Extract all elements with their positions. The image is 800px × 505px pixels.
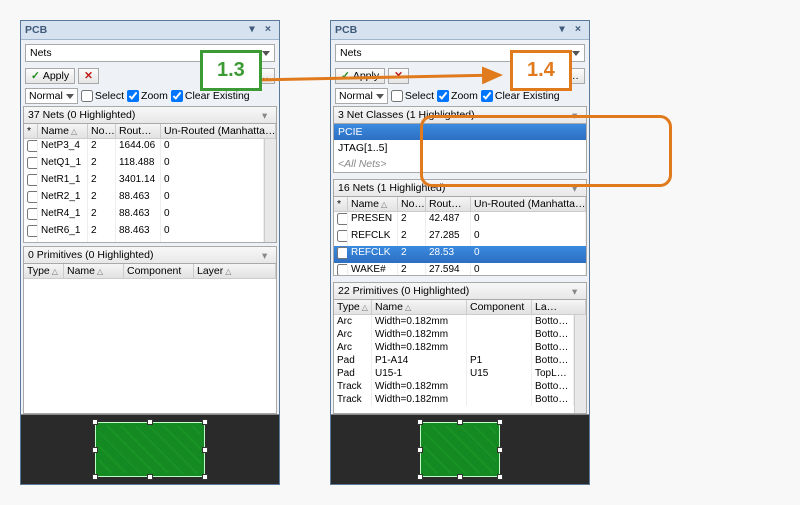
nets-column-headers[interactable]: * Name△ No…△ Rout… Un-Routed (Manhatta… bbox=[24, 124, 276, 139]
primitives-column-headers[interactable]: Type△ Name△ Component La… bbox=[334, 300, 586, 315]
annotation-badge-1-4: 1.4 bbox=[510, 50, 572, 91]
netclass-list: PCIEJTAG[1..5]<All Nets> bbox=[333, 123, 587, 173]
board-preview[interactable] bbox=[331, 414, 589, 484]
board-outline[interactable] bbox=[95, 422, 205, 477]
table-row[interactable]: DBG_RS3625.6860 bbox=[24, 241, 264, 242]
board-outline[interactable] bbox=[420, 422, 500, 477]
apply-button[interactable]: ✓Apply bbox=[25, 68, 75, 84]
select-checkbox[interactable]: Select bbox=[391, 90, 434, 102]
table-row[interactable]: PRESEN242.4870 bbox=[334, 212, 586, 229]
chevron-down-icon bbox=[262, 51, 270, 56]
title-bar[interactable]: PCB ▾ × bbox=[331, 21, 589, 40]
row-checkbox[interactable] bbox=[27, 174, 38, 186]
title-text: PCB bbox=[25, 24, 47, 36]
row-checkbox[interactable] bbox=[27, 140, 38, 152]
close-icon[interactable]: × bbox=[261, 23, 275, 37]
board-preview[interactable] bbox=[21, 414, 279, 484]
nets-section-header[interactable]: 37 Nets (0 Highlighted)▾ bbox=[23, 106, 277, 123]
netclass-item[interactable]: JTAG[1..5] bbox=[334, 140, 586, 156]
row-checkbox[interactable] bbox=[27, 225, 38, 237]
primitives-section-header[interactable]: 0 Primitives (0 Highlighted)▾ bbox=[23, 246, 277, 263]
close-icon[interactable]: × bbox=[571, 23, 585, 37]
clear-existing-checkbox[interactable]: Clear Existing bbox=[171, 90, 250, 102]
filter-icon[interactable]: ▾ bbox=[262, 250, 272, 260]
display-mode-select[interactable]: Normal bbox=[335, 88, 388, 104]
row-checkbox[interactable] bbox=[27, 157, 38, 169]
title-bar[interactable]: PCB ▾ × bbox=[21, 21, 279, 40]
table-row[interactable]: PadU15-1U15TopLaye bbox=[334, 367, 574, 380]
table-row[interactable]: TrackWidth=0.182mmBottomL bbox=[334, 380, 574, 393]
filter-icon[interactable]: ▾ bbox=[572, 110, 582, 120]
table-row[interactable]: PadP1-A14P1BottomL bbox=[334, 354, 574, 367]
table-row[interactable]: NetR2_1288.4630 bbox=[24, 190, 264, 207]
chevron-down-icon bbox=[572, 51, 580, 56]
table-row[interactable]: NetR1_123401.140 bbox=[24, 173, 264, 190]
row-checkbox[interactable] bbox=[337, 213, 348, 225]
netclass-item[interactable]: PCIE bbox=[334, 124, 586, 140]
scrollbar[interactable] bbox=[264, 139, 276, 242]
filter-icon[interactable]: ▾ bbox=[262, 110, 272, 120]
nets-section-header[interactable]: 16 Nets (1 Highlighted)▾ bbox=[333, 179, 587, 196]
scrollbar[interactable] bbox=[574, 315, 586, 413]
netclasses-section-header[interactable]: 3 Net Classes (1 Highlighted)▾ bbox=[333, 106, 587, 123]
table-row[interactable]: WAKE#227.5940 bbox=[334, 263, 586, 275]
filter-icon[interactable]: ▾ bbox=[572, 286, 582, 296]
zoom-checkbox[interactable]: Zoom bbox=[437, 90, 478, 102]
primitives-column-headers[interactable]: Type△ Name△ Component Layer△ bbox=[24, 264, 276, 279]
row-checkbox[interactable] bbox=[27, 191, 38, 203]
title-text: PCB bbox=[335, 24, 357, 36]
dropdown-icon[interactable]: ▾ bbox=[245, 23, 259, 37]
dropdown-icon[interactable]: ▾ bbox=[555, 23, 569, 37]
clear-button[interactable]: ✕ bbox=[78, 68, 99, 84]
table-row[interactable]: ArcWidth=0.182mmBottomL bbox=[334, 328, 574, 341]
table-row[interactable]: NetQ1_12118.4880 bbox=[24, 156, 264, 173]
display-mode-select[interactable]: Normal bbox=[25, 88, 78, 104]
chevron-down-icon bbox=[376, 94, 384, 99]
primitives-section-header[interactable]: 22 Primitives (0 Highlighted)▾ bbox=[333, 282, 587, 299]
table-row[interactable]: TrackWidth=0.182mmBottomL bbox=[334, 393, 574, 406]
table-row[interactable]: NetP3_421644.060 bbox=[24, 139, 264, 156]
clear-existing-checkbox[interactable]: Clear Existing bbox=[481, 90, 560, 102]
row-checkbox[interactable] bbox=[337, 264, 348, 275]
nets-column-headers[interactable]: * Name△ No…△ Rout… Un-Routed (Manhatta… bbox=[334, 197, 586, 212]
table-row[interactable]: ArcWidth=0.182mmBottomL bbox=[334, 341, 574, 354]
table-row[interactable]: ArcWidth=0.182mmBottomL bbox=[334, 315, 574, 328]
zoom-checkbox[interactable]: Zoom bbox=[127, 90, 168, 102]
row-checkbox[interactable] bbox=[337, 247, 348, 259]
table-row[interactable]: REFCLK228.530 bbox=[334, 246, 586, 263]
table-row[interactable]: NetR6_1288.4630 bbox=[24, 224, 264, 241]
row-checkbox[interactable] bbox=[337, 230, 348, 242]
table-row[interactable]: NetR4_1288.4630 bbox=[24, 207, 264, 224]
netclass-item[interactable]: <All Nets> bbox=[334, 156, 586, 172]
row-checkbox[interactable] bbox=[27, 208, 38, 220]
chevron-down-icon bbox=[66, 94, 74, 99]
filter-icon[interactable]: ▾ bbox=[572, 183, 582, 193]
annotation-badge-1-3: 1.3 bbox=[200, 50, 262, 91]
apply-button[interactable]: ✓Apply bbox=[335, 68, 385, 84]
table-row[interactable]: REFCLK227.2850 bbox=[334, 229, 586, 246]
select-checkbox[interactable]: Select bbox=[81, 90, 124, 102]
clear-button[interactable]: ✕ bbox=[388, 68, 409, 84]
